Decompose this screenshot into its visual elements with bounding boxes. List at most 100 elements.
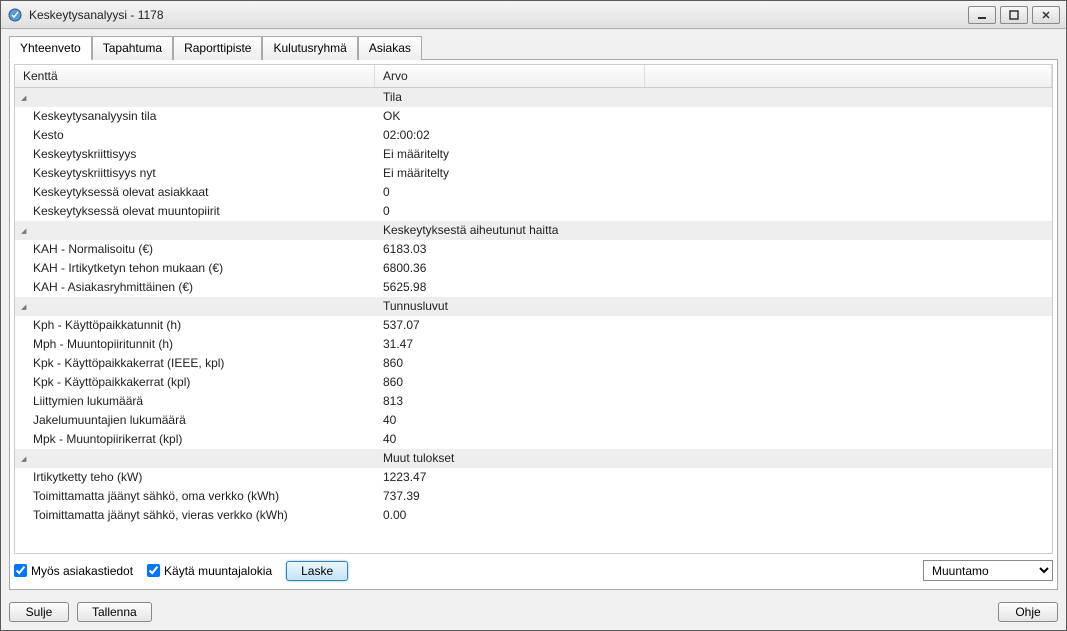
bottom-bar: Myös asiakastiedot Käytä muuntajalokia L… <box>14 554 1053 585</box>
field-value: 5625.98 <box>375 278 1052 296</box>
tab-asiakas[interactable]: Asiakas <box>358 36 422 60</box>
data-row[interactable]: Keskeytyskriittisyys nytEi määritelty <box>15 164 1052 183</box>
column-value[interactable]: Arvo <box>375 65 645 87</box>
data-row[interactable]: KAH - Irtikytketyn tehon mukaan (€)6800.… <box>15 259 1052 278</box>
data-row[interactable]: Kpk - Käyttöpaikkakerrat (kpl)860 <box>15 373 1052 392</box>
field-label: Kph - Käyttöpaikkatunnit (h) <box>15 316 375 334</box>
data-row[interactable]: Kph - Käyttöpaikkatunnit (h)537.07 <box>15 316 1052 335</box>
data-row[interactable]: Keskeytysanalyysin tilaOK <box>15 107 1052 126</box>
app-window: Keskeytysanalyysi - 1178 YhteenvetoTapah… <box>0 0 1067 631</box>
content-area: YhteenvetoTapahtumaRaporttipisteKulutusr… <box>1 29 1066 598</box>
checkbox-transformer-log-label: Käytä muuntajalokia <box>164 564 272 578</box>
window-controls <box>968 6 1060 24</box>
field-label: Kpk - Käyttöpaikkakerrat (kpl) <box>15 373 375 391</box>
checkbox-customer-data-label: Myös asiakastiedot <box>31 564 133 578</box>
data-row[interactable]: Toimittamatta jäänyt sähkö, oma verkko (… <box>15 487 1052 506</box>
footer-bar: Sulje Tallenna Ohje <box>1 598 1066 630</box>
field-value: 860 <box>375 354 1052 372</box>
section-title: Tunnusluvut <box>375 297 1052 315</box>
field-value: 0 <box>375 202 1052 220</box>
data-row[interactable]: Irtikytketty teho (kW)1223.47 <box>15 468 1052 487</box>
checkbox-transformer-log[interactable]: Käytä muuntajalokia <box>147 564 272 578</box>
field-label: Keskeytyskriittisyys nyt <box>15 164 375 182</box>
close-dialog-button[interactable]: Sulje <box>9 602 69 622</box>
tab-kulutusryhmä[interactable]: Kulutusryhmä <box>262 36 357 60</box>
column-field[interactable]: Kenttä <box>15 65 375 87</box>
data-row[interactable]: Mpk - Muuntopiirikerrat (kpl)40 <box>15 430 1052 449</box>
data-row[interactable]: KAH - Normalisoitu (€)6183.03 <box>15 240 1052 259</box>
field-label: Keskeytyskriittisyys <box>15 145 375 163</box>
section-toggle[interactable] <box>15 88 375 106</box>
checkbox-customer-data-input[interactable] <box>14 564 27 577</box>
section-header[interactable]: Tunnusluvut <box>15 297 1052 316</box>
field-value: 31.47 <box>375 335 1052 353</box>
tab-yhteenveto[interactable]: Yhteenveto <box>9 36 92 60</box>
window-title: Keskeytysanalyysi - 1178 <box>29 8 968 22</box>
grid-header: Kenttä Arvo <box>15 65 1052 88</box>
field-value: 40 <box>375 430 1052 448</box>
tab-raporttipiste[interactable]: Raporttipiste <box>173 36 262 60</box>
field-label: Keskeytysanalyysin tila <box>15 107 375 125</box>
field-value: 0.00 <box>375 506 1052 524</box>
checkbox-transformer-log-input[interactable] <box>147 564 160 577</box>
section-header[interactable]: Muut tulokset <box>15 449 1052 468</box>
field-value: 40 <box>375 411 1052 429</box>
field-value: 860 <box>375 373 1052 391</box>
field-value: 02:00:02 <box>375 126 1052 144</box>
data-row[interactable]: Kesto02:00:02 <box>15 126 1052 145</box>
data-row[interactable]: Keskeytyksessä olevat muuntopiirit0 <box>15 202 1052 221</box>
field-label: Keskeytyksessä olevat asiakkaat <box>15 183 375 201</box>
scope-dropdown[interactable]: Muuntamo <box>923 560 1053 581</box>
data-row[interactable]: Liittymien lukumäärä813 <box>15 392 1052 411</box>
checkbox-customer-data[interactable]: Myös asiakastiedot <box>14 564 133 578</box>
field-label: Toimittamatta jäänyt sähkö, vieras verkk… <box>15 506 375 524</box>
data-row[interactable]: Mph - Muuntopiiritunnit (h)31.47 <box>15 335 1052 354</box>
field-value: 813 <box>375 392 1052 410</box>
tab-bar: YhteenvetoTapahtumaRaporttipisteKulutusr… <box>9 35 1058 60</box>
data-row[interactable]: Keskeytyksessä olevat asiakkaat0 <box>15 183 1052 202</box>
section-title: Tila <box>375 88 1052 106</box>
field-value: OK <box>375 107 1052 125</box>
section-toggle[interactable] <box>15 221 375 239</box>
field-label: Liittymien lukumäärä <box>15 392 375 410</box>
tab-panel: Kenttä Arvo TilaKeskeytysanalyysin tilaO… <box>9 60 1058 590</box>
field-label: Mph - Muuntopiiritunnit (h) <box>15 335 375 353</box>
field-value: Ei määritelty <box>375 145 1052 163</box>
field-value: 737.39 <box>375 487 1052 505</box>
section-toggle[interactable] <box>15 297 375 315</box>
section-toggle[interactable] <box>15 449 375 467</box>
field-label: KAH - Normalisoitu (€) <box>15 240 375 258</box>
field-label: Kpk - Käyttöpaikkakerrat (IEEE, kpl) <box>15 354 375 372</box>
field-label: KAH - Asiakasryhmittäinen (€) <box>15 278 375 296</box>
section-header[interactable]: Keskeytyksestä aiheutunut haitta <box>15 221 1052 240</box>
data-row[interactable]: Toimittamatta jäänyt sähkö, vieras verkk… <box>15 506 1052 525</box>
data-row[interactable]: KAH - Asiakasryhmittäinen (€)5625.98 <box>15 278 1052 297</box>
data-row[interactable]: Jakelumuuntajien lukumäärä40 <box>15 411 1052 430</box>
close-button[interactable] <box>1032 6 1060 24</box>
field-label: Jakelumuuntajien lukumäärä <box>15 411 375 429</box>
minimize-button[interactable] <box>968 6 996 24</box>
field-value: 0 <box>375 183 1052 201</box>
data-row[interactable]: Kpk - Käyttöpaikkakerrat (IEEE, kpl)860 <box>15 354 1052 373</box>
help-button[interactable]: Ohje <box>998 602 1058 622</box>
field-value: 6183.03 <box>375 240 1052 258</box>
section-title: Keskeytyksestä aiheutunut haitta <box>375 221 1052 239</box>
calculate-button[interactable]: Laske <box>286 561 348 581</box>
field-value: 537.07 <box>375 316 1052 334</box>
column-spacer <box>645 65 1052 87</box>
field-label: Toimittamatta jäänyt sähkö, oma verkko (… <box>15 487 375 505</box>
field-label: Keskeytyksessä olevat muuntopiirit <box>15 202 375 220</box>
grid-body: TilaKeskeytysanalyysin tilaOKKesto02:00:… <box>15 88 1052 525</box>
maximize-button[interactable] <box>1000 6 1028 24</box>
field-value: Ei määritelty <box>375 164 1052 182</box>
data-row[interactable]: KeskeytyskriittisyysEi määritelty <box>15 145 1052 164</box>
field-label: Kesto <box>15 126 375 144</box>
field-label: Mpk - Muuntopiirikerrat (kpl) <box>15 430 375 448</box>
section-title: Muut tulokset <box>375 449 1052 467</box>
save-button[interactable]: Tallenna <box>77 602 152 622</box>
titlebar: Keskeytysanalyysi - 1178 <box>1 1 1066 29</box>
scope-select[interactable]: Muuntamo <box>923 560 1053 581</box>
section-header[interactable]: Tila <box>15 88 1052 107</box>
tab-tapahtuma[interactable]: Tapahtuma <box>92 36 173 60</box>
field-value: 1223.47 <box>375 468 1052 486</box>
